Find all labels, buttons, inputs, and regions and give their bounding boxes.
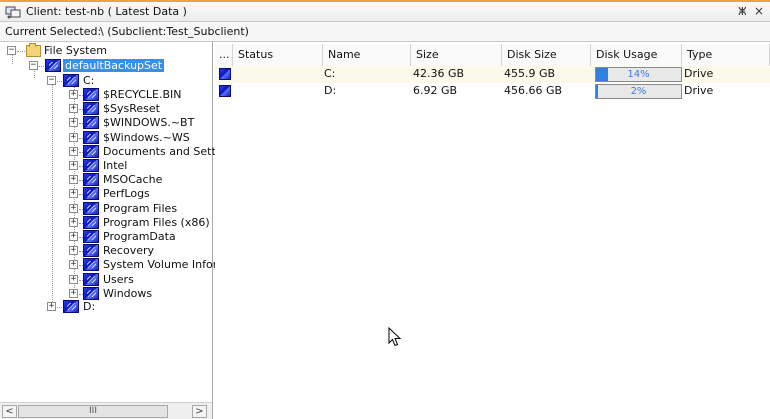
- tree-horizontal-scrollbar[interactable]: < III >: [0, 402, 212, 419]
- expand-toggle-folder[interactable]: +: [69, 118, 78, 127]
- column-header-type[interactable]: Type: [682, 44, 770, 66]
- disk-usage-text: 14%: [627, 69, 650, 80]
- expand-toggle-drive-d[interactable]: +: [47, 302, 56, 311]
- tree-node-label: File System: [44, 44, 107, 57]
- folder-node-icon: [83, 287, 99, 300]
- expand-toggle-folder[interactable]: +: [69, 133, 78, 142]
- expand-toggle-folder[interactable]: +: [69, 90, 78, 99]
- cell-name: D:: [324, 84, 337, 97]
- expand-toggle-folder[interactable]: +: [69, 104, 78, 113]
- drive-icon: [219, 68, 231, 80]
- disk-usage-bar: 14%: [595, 67, 682, 82]
- tree-node-label: $RECYCLE.BIN: [103, 88, 182, 101]
- tree-node-label: $WINDOWS.~BT: [103, 116, 195, 129]
- tree-node-label: D:: [83, 300, 96, 313]
- tree-node-label: Program Files: [103, 202, 178, 215]
- expand-toggle-folder[interactable]: +: [69, 246, 78, 255]
- folder-node-icon: [83, 273, 99, 286]
- cell-disk-size: 455.9 GB: [504, 67, 556, 80]
- tree-node-label: $SysReset: [103, 102, 160, 115]
- cell-name: C:: [324, 67, 336, 80]
- tree-node-label: Program Files (x86): [103, 216, 210, 229]
- tree-node-label: C:: [83, 74, 95, 87]
- expand-toggle-folder[interactable]: +: [69, 161, 78, 170]
- expand-toggle-folder[interactable]: +: [69, 289, 78, 298]
- scroll-thumb[interactable]: III: [18, 405, 168, 418]
- cell-type: Drive: [684, 67, 714, 80]
- cell-size: 6.92 GB: [413, 84, 458, 97]
- expand-toggle-folder[interactable]: +: [69, 175, 78, 184]
- current-selection-bar: Current Selected: \ (Subclient:Test_Subc…: [0, 22, 770, 42]
- file-system-tree[interactable]: − File System − defaultBackupSet − C: + $…: [0, 42, 219, 419]
- current-selected-value: \ (Subclient:Test_Subclient): [100, 25, 249, 38]
- tree-node-label: System Volume Infor: [103, 258, 218, 271]
- drive-icon: [219, 85, 231, 97]
- tree-node-label: Recovery: [103, 244, 155, 257]
- disk-usage-text: 2%: [630, 86, 647, 97]
- tree-node-label: Windows: [103, 287, 153, 300]
- expand-toggle-folder[interactable]: +: [69, 189, 78, 198]
- tree-node-label: defaultBackupSet: [63, 59, 165, 72]
- pin-icon[interactable]: ⵥ: [738, 5, 747, 18]
- folder-node-icon: [83, 244, 99, 257]
- folder-node-icon: [83, 159, 99, 172]
- folder-node-icon: [83, 258, 99, 271]
- folder-node-icon: [83, 187, 99, 200]
- tree-node-label: MSOCache: [103, 173, 163, 186]
- close-icon[interactable]: ×: [754, 4, 764, 18]
- cell-type: Drive: [684, 84, 714, 97]
- collapse-toggle-backup-set[interactable]: −: [29, 61, 38, 70]
- window-title: Client: test-nb ( Latest Data ): [26, 5, 187, 18]
- column-header-menu[interactable]: ...: [215, 44, 233, 66]
- tree-node-label: ProgramData: [103, 230, 176, 243]
- column-header-name[interactable]: Name: [323, 44, 411, 66]
- expand-toggle-folder[interactable]: +: [69, 147, 78, 156]
- collapse-toggle-file-system[interactable]: −: [7, 46, 16, 55]
- expand-toggle-folder[interactable]: +: [69, 232, 78, 241]
- folder-node-icon: [83, 116, 99, 129]
- tree-node-label: Users: [103, 273, 134, 286]
- tree-node-label: Intel: [103, 159, 128, 172]
- window-titlebar: Client: test-nb ( Latest Data ) ⵥ ×: [0, 0, 770, 22]
- drive-list-grid: ... Status Name Size Disk Size Disk Usag…: [215, 42, 770, 419]
- column-header-disk-usage[interactable]: Disk Usage: [591, 44, 682, 66]
- folder-node-icon: [83, 216, 99, 229]
- folder-node-icon: [83, 202, 99, 215]
- folder-node-icon: [83, 88, 99, 101]
- grid-header: ... Status Name Size Disk Size Disk Usag…: [215, 44, 770, 66]
- drive-icon: [63, 300, 79, 313]
- folder-node-icon: [83, 131, 99, 144]
- mouse-cursor-icon: [388, 327, 402, 347]
- table-row[interactable]: D: 6.92 GB 456.66 GB 2% Drive: [215, 83, 770, 100]
- backup-set-icon: [45, 59, 61, 72]
- folder-node-icon: [83, 102, 99, 115]
- client-icon: [5, 6, 21, 19]
- disk-usage-bar: 2%: [595, 84, 682, 99]
- current-selected-label: Current Selected:: [5, 25, 102, 38]
- expand-toggle-folder[interactable]: +: [69, 218, 78, 227]
- collapse-toggle-drive-c[interactable]: −: [47, 76, 56, 85]
- tree-node-label: $Windows.~WS: [103, 131, 190, 144]
- scroll-left-button[interactable]: <: [2, 405, 17, 418]
- tree-node-label: Documents and Setti: [103, 145, 219, 158]
- drive-icon: [63, 74, 79, 87]
- folder-node-icon: [83, 230, 99, 243]
- table-row[interactable]: C: 42.36 GB 455.9 GB 14% Drive: [215, 66, 770, 83]
- cell-disk-size: 456.66 GB: [504, 84, 563, 97]
- expand-toggle-folder[interactable]: +: [69, 275, 78, 284]
- folder-node-icon: [83, 145, 99, 158]
- folder-icon: [26, 43, 41, 57]
- tree-node-label: PerfLogs: [103, 187, 150, 200]
- column-header-disk-size[interactable]: Disk Size: [502, 44, 591, 66]
- expand-toggle-folder[interactable]: +: [69, 260, 78, 269]
- scroll-right-button[interactable]: >: [192, 405, 207, 418]
- expand-toggle-folder[interactable]: +: [69, 204, 78, 213]
- column-header-size[interactable]: Size: [411, 44, 502, 66]
- cell-size: 42.36 GB: [413, 67, 465, 80]
- column-header-status[interactable]: Status: [233, 44, 323, 66]
- folder-node-icon: [83, 173, 99, 186]
